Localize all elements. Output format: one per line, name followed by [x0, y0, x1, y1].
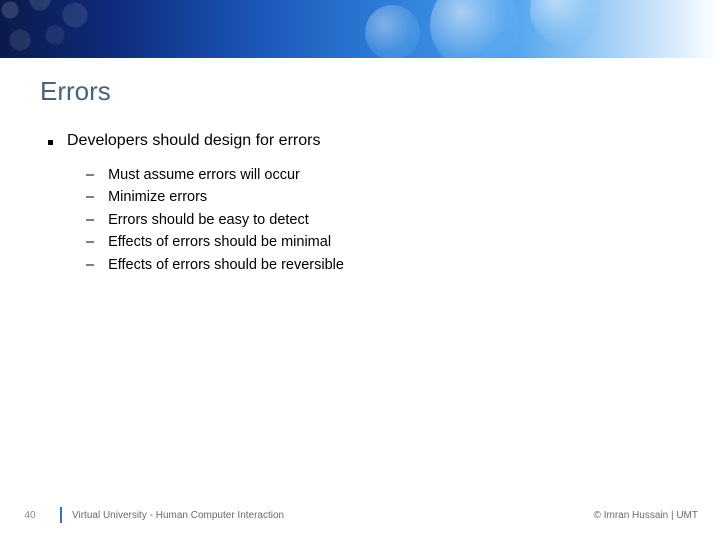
footer: 40 Virtual University - Human Computer I… — [0, 504, 720, 526]
sub-bullet-text: Effects of errors should be reversible — [108, 254, 344, 276]
dash-icon: – — [86, 164, 94, 186]
footer-course: Virtual University - Human Computer Inte… — [72, 510, 594, 521]
sub-bullet-item: – Errors should be easy to detect — [86, 209, 672, 231]
sub-bullet-list: – Must assume errors will occur – Minimi… — [86, 164, 672, 276]
dash-icon: – — [86, 209, 94, 231]
sub-bullet-item: – Minimize errors — [86, 186, 672, 208]
slide-title: Errors — [40, 76, 111, 107]
bubble-icon — [530, 0, 600, 45]
page-number: 40 — [0, 510, 60, 521]
sub-bullet-text: Effects of errors should be minimal — [108, 231, 331, 253]
sub-bullet-item: – Effects of errors should be minimal — [86, 231, 672, 253]
sub-bullet-text: Minimize errors — [108, 186, 207, 208]
dash-icon: – — [86, 231, 94, 253]
bullet-text: Developers should design for errors — [67, 132, 320, 150]
bullet-dot-icon — [48, 140, 53, 145]
slide-body: Developers should design for errors – Mu… — [48, 132, 672, 276]
banner-graphic — [0, 0, 720, 58]
slide: Errors Developers should design for erro… — [0, 0, 720, 540]
bubble-icon — [365, 5, 420, 58]
sub-bullet-text: Errors should be easy to detect — [108, 209, 309, 231]
dash-icon: – — [86, 186, 94, 208]
dash-icon: – — [86, 254, 94, 276]
sub-bullet-text: Must assume errors will occur — [108, 164, 300, 186]
bullet-item: Developers should design for errors — [48, 132, 672, 150]
footer-credit: © Imran Hussain | UMT — [594, 510, 720, 521]
sub-bullet-item: – Effects of errors should be reversible — [86, 254, 672, 276]
sub-bullet-item: – Must assume errors will occur — [86, 164, 672, 186]
bubble-icon — [430, 0, 520, 58]
footer-separator-icon — [60, 507, 62, 523]
